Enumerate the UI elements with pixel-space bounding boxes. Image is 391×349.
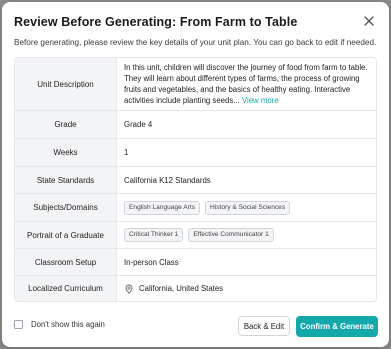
back-edit-button[interactable]: Back & Edit [238,316,290,336]
weeks-value: 1 [124,148,129,157]
row-label: State Standards [15,167,117,193]
row-portrait: Portrait of a Graduate Critical Thinker … [15,222,376,249]
row-weeks: Weeks 1 [15,139,376,167]
row-label: Portrait of a Graduate [15,222,117,248]
row-value: In this unit, children will discover the… [124,58,368,110]
details-table: Unit Description In this unit, children … [14,57,377,302]
row-label: Weeks [15,139,117,166]
portrait-value: Critical Thinker 1 Effective Communicato… [124,222,368,248]
row-subjects: Subjects/Domains English Language Arts H… [15,194,376,222]
localized-curriculum-text: California, United States [139,284,224,293]
localized-curriculum-value: California, United States [124,276,368,301]
row-label: Subjects/Domains [15,194,117,221]
view-more-link[interactable]: View more [242,96,279,105]
modal-subtitle: Before generating, please review the key… [14,38,377,47]
portrait-chip: Effective Communicator 1 [188,228,274,242]
subject-chip: History & Social Sciences [205,200,291,215]
row-label: Unit Description [15,58,117,110]
portrait-chip: Critical Thinker 1 [124,228,184,242]
row-label: Classroom Setup [15,249,117,275]
dont-show-again-label: Don't show this again [31,320,105,329]
close-icon[interactable] [361,13,377,29]
dont-show-again-checkbox[interactable] [14,320,23,329]
review-modal: Review Before Generating: From Farm to T… [2,2,389,347]
dont-show-again[interactable]: Don't show this again [14,320,105,329]
subject-chip: English Language Arts [124,200,200,215]
row-grade: Grade Grade 4 [15,111,376,139]
row-state-standards: State Standards California K12 Standards [15,167,376,194]
grade-value: Grade 4 [124,120,153,129]
state-standards-value: California K12 Standards [124,175,211,185]
modal-title: Review Before Generating: From Farm to T… [14,15,298,29]
classroom-setup-value: In-person Class [124,257,179,267]
row-classroom-setup: Classroom Setup In-person Class [15,249,376,276]
row-label: Grade [15,111,117,138]
row-localized-curriculum: Localized Curriculum California, United … [15,276,376,301]
confirm-generate-button[interactable]: Confirm & Generate [296,316,378,337]
row-unit-description: Unit Description In this unit, children … [15,58,376,111]
location-pin-icon [125,284,133,294]
row-label: Localized Curriculum [15,276,117,301]
subjects-value: English Language Arts History & Social S… [124,194,368,221]
